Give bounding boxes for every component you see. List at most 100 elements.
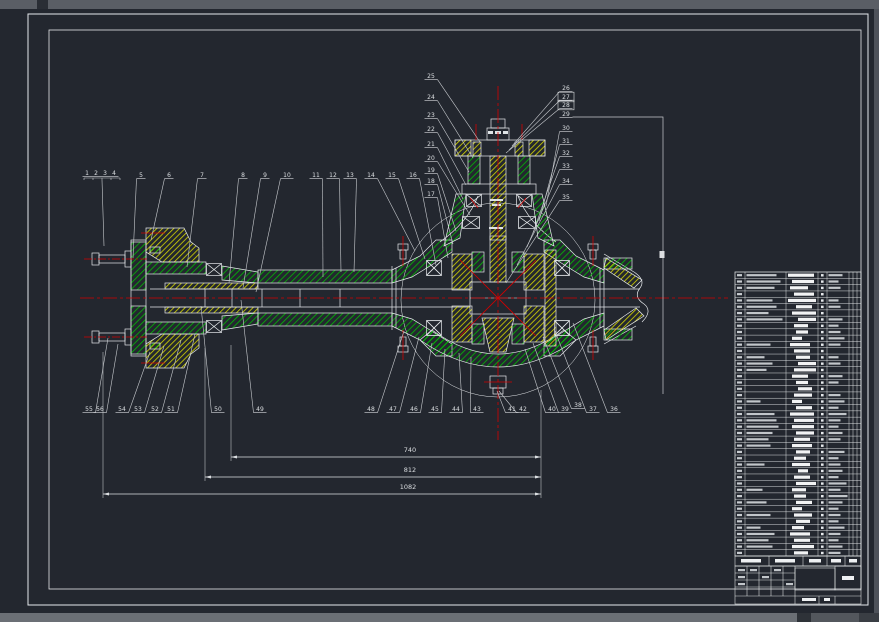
top-toolbar-strip[interactable] <box>0 0 879 9</box>
svg-text:13: 13 <box>346 172 354 179</box>
svg-text:47: 47 <box>389 406 397 413</box>
svg-text:28: 28 <box>562 102 570 109</box>
callout-1: 1 <box>83 170 92 177</box>
callout-13: 13 <box>344 172 357 272</box>
svg-text:36: 36 <box>610 406 618 413</box>
status-segment <box>811 613 859 622</box>
bom-row <box>737 513 841 516</box>
callout-2: 2 <box>92 170 101 177</box>
svg-text:1082: 1082 <box>400 483 417 491</box>
callout-44: 44 <box>450 353 463 413</box>
svg-text:20: 20 <box>427 155 435 162</box>
svg-text:4: 4 <box>112 170 116 177</box>
bom-row <box>737 482 847 485</box>
svg-text:43: 43 <box>473 406 481 413</box>
bom-row <box>737 324 839 327</box>
bom-row <box>737 375 843 378</box>
svg-text:40: 40 <box>548 406 556 413</box>
bom-row <box>737 406 839 409</box>
drive-axle-assembly-drawing[interactable] <box>80 86 728 440</box>
toolbar-notch <box>37 0 48 9</box>
cad-drawing-viewport[interactable]: 1234567891011121314151617181920212223242… <box>0 0 879 622</box>
svg-text:44: 44 <box>452 406 460 413</box>
svg-text:22: 22 <box>427 126 435 133</box>
svg-text:29: 29 <box>562 111 570 118</box>
svg-text:3: 3 <box>103 170 107 177</box>
svg-text:18: 18 <box>427 178 435 185</box>
title-block <box>735 556 861 604</box>
bom-row <box>737 286 841 289</box>
bom-row <box>737 356 839 359</box>
right-scroll-strip[interactable] <box>874 9 879 613</box>
callout-45: 45 <box>429 349 446 413</box>
callout-8: 8 <box>229 172 248 283</box>
bom-row <box>737 476 839 479</box>
bom-row <box>737 337 845 340</box>
svg-text:30: 30 <box>562 125 570 132</box>
bom-row <box>737 457 839 460</box>
svg-text:6: 6 <box>167 172 171 179</box>
svg-text:9: 9 <box>263 172 267 179</box>
svg-text:46: 46 <box>410 406 418 413</box>
svg-text:48: 48 <box>367 406 375 413</box>
bom-row <box>737 280 839 283</box>
svg-text:740: 740 <box>404 446 416 454</box>
bom-row <box>737 431 843 434</box>
svg-text:45: 45 <box>431 406 439 413</box>
bom-row <box>737 400 845 403</box>
bom-row <box>737 381 839 384</box>
bom-row <box>737 545 843 548</box>
svg-text:51: 51 <box>167 406 175 413</box>
bom-row <box>737 450 845 453</box>
svg-text:17: 17 <box>427 191 435 198</box>
svg-text:2: 2 <box>94 170 98 177</box>
svg-text:33: 33 <box>562 163 570 170</box>
status-segment <box>797 613 811 622</box>
dimension-812: 812 <box>205 466 541 479</box>
svg-text:34: 34 <box>562 178 570 185</box>
svg-text:7: 7 <box>200 172 204 179</box>
svg-text:55: 55 <box>85 406 93 413</box>
bom-row <box>737 318 843 321</box>
svg-text:49: 49 <box>256 406 264 413</box>
sheet-border <box>28 14 868 605</box>
svg-text:50: 50 <box>214 406 222 413</box>
bom-row <box>737 425 839 428</box>
svg-text:5: 5 <box>139 172 143 179</box>
callout-42: 42 <box>499 391 530 413</box>
svg-text:14: 14 <box>367 172 375 179</box>
bom-row <box>737 520 839 523</box>
dimension-740: 740 <box>231 446 541 459</box>
bom-row <box>737 551 841 554</box>
svg-text:38: 38 <box>574 402 582 409</box>
bom-row <box>737 394 841 397</box>
cad-application-window: 1234567891011121314151617181920212223242… <box>0 0 879 622</box>
bom-row <box>737 349 824 352</box>
bom-row <box>737 330 841 333</box>
bom-row <box>737 507 839 510</box>
svg-text:10: 10 <box>283 172 291 179</box>
bom-row <box>737 343 841 346</box>
bom-row <box>737 387 824 390</box>
svg-text:23: 23 <box>427 112 435 119</box>
bom-row <box>737 419 841 422</box>
status-segment <box>859 613 879 622</box>
callout-48: 48 <box>365 331 405 413</box>
svg-text:25: 25 <box>427 73 435 80</box>
svg-text:32: 32 <box>562 150 570 157</box>
callout-14: 14 <box>365 172 416 251</box>
bom-row <box>737 362 841 365</box>
svg-text:812: 812 <box>404 466 416 474</box>
bottom-status-strip[interactable] <box>0 613 879 622</box>
bom-row <box>737 305 841 308</box>
dimension-1082: 1082 <box>103 483 541 496</box>
callout-55: 55 <box>83 338 109 413</box>
callout-12: 12 <box>327 172 342 272</box>
bom-row <box>737 526 845 529</box>
bom-row <box>737 501 843 504</box>
bom-parts-table[interactable] <box>735 272 861 604</box>
bom-row <box>737 299 839 302</box>
bom-row <box>737 412 847 415</box>
bom-row <box>737 368 824 371</box>
svg-text:19: 19 <box>427 167 435 174</box>
